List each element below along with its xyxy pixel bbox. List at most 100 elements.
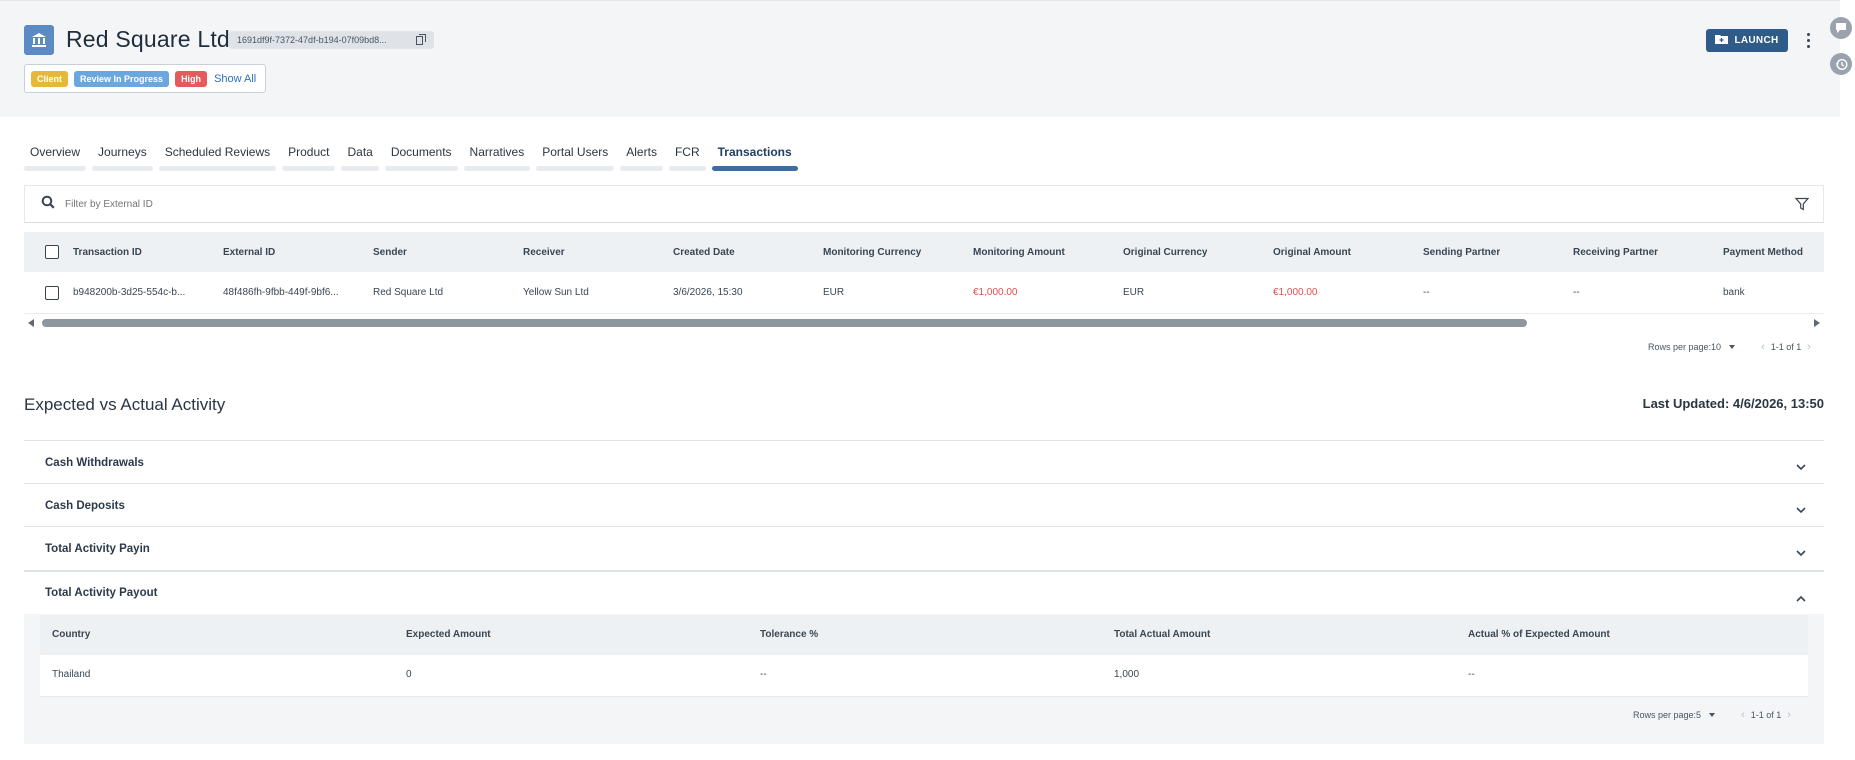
table-header-row: Country Expected Amount Tolerance % Tota… (40, 615, 1808, 655)
tab-scheduled-reviews[interactable]: Scheduled Reviews (158, 145, 277, 171)
comment-icon[interactable] (1830, 17, 1852, 39)
cell-created-date: 3/6/2026, 15:30 (673, 287, 743, 298)
cell-receiver: Yellow Sun Ltd (523, 287, 589, 298)
show-all-link[interactable]: Show All (214, 73, 256, 85)
tag-client: Client (31, 70, 69, 87)
accordion-label: Total Activity Payout (45, 587, 158, 599)
tab-fcr[interactable]: FCR (668, 145, 706, 171)
tab-product[interactable]: Product (282, 145, 336, 171)
entity-header: Red Square Ltd 1691df9f-7372-47df-b194-0… (0, 0, 1840, 117)
rows-per-page-label: Rows per page: (1633, 710, 1697, 720)
cell-total-actual-amount: 1,000 (1114, 669, 1140, 680)
tab-transactions[interactable]: Transactions (711, 145, 798, 171)
more-options-icon[interactable] (1800, 28, 1816, 52)
col-receiving-partner[interactable]: Receiving Partner (1573, 247, 1658, 258)
accordion-cash-withdrawals[interactable]: Cash Withdrawals (24, 440, 1824, 484)
cell-expected-amount: 0 (406, 669, 412, 680)
col-sender[interactable]: Sender (373, 247, 407, 258)
select-all-checkbox[interactable] (45, 245, 59, 259)
scrollbar-thumb[interactable] (42, 319, 1527, 327)
col-expected-amount: Expected Amount (406, 629, 491, 640)
cell-external-id: 48f486fh-9fbb-449f-9bf6... (223, 287, 339, 298)
folder-plus-icon (1715, 34, 1729, 47)
cell-country: Thailand (52, 669, 91, 680)
next-page-icon[interactable]: › (1787, 709, 1791, 721)
rows-per-page-select[interactable]: 5 (1696, 710, 1701, 720)
accordion-total-activity-payout[interactable]: Total Activity Payout (24, 570, 1824, 614)
filter-icon[interactable] (1794, 197, 1810, 216)
chevron-up-icon[interactable] (1796, 589, 1806, 607)
col-external-id[interactable]: External ID (223, 247, 275, 258)
table-header-row: Transaction ID External ID Sender Receiv… (24, 232, 1824, 272)
tab-documents[interactable]: Documents (384, 145, 458, 171)
col-transaction-id[interactable]: Transaction ID (73, 247, 142, 258)
filter-bar (24, 185, 1824, 223)
row-checkbox[interactable] (45, 285, 59, 300)
rows-per-page-select[interactable]: 10 (1711, 342, 1721, 352)
col-sending-partner[interactable]: Sending Partner (1423, 247, 1500, 258)
horizontal-scrollbar[interactable] (24, 316, 1824, 330)
col-original-amount[interactable]: Original Amount (1273, 247, 1351, 258)
accordion-cash-deposits[interactable]: Cash Deposits (24, 483, 1824, 527)
next-page-icon[interactable]: › (1807, 341, 1811, 353)
cell-receiving-partner: -- (1573, 287, 1580, 298)
tab-journeys[interactable]: Journeys (92, 145, 153, 171)
col-monitoring-amount[interactable]: Monitoring Amount (973, 247, 1065, 258)
last-updated: Last Updated: 4/6/2026, 13:50 (1642, 396, 1824, 411)
col-actual-percent-expected: Actual % of Expected Amount (1468, 629, 1610, 640)
external-id-filter-input[interactable] (65, 198, 665, 210)
transactions-table: Transaction ID External ID Sender Receiv… (24, 232, 1824, 314)
prev-page-icon[interactable]: ‹ (1741, 709, 1745, 721)
entity-name: Red Square Ltd (66, 26, 230, 52)
tab-alerts[interactable]: Alerts (620, 145, 663, 171)
cell-sending-partner: -- (1423, 287, 1430, 298)
tags-box: Client Review In Progress High Show All (24, 64, 266, 93)
col-monitoring-currency[interactable]: Monitoring Currency (823, 247, 921, 258)
col-country: Country (52, 629, 91, 640)
launch-label: LAUNCH (1734, 35, 1779, 46)
payout-pagination: Rows per page: 5 ‹ 1-1 of 1 › (1633, 709, 1797, 721)
chevron-down-icon[interactable] (1796, 458, 1806, 476)
bank-icon (24, 25, 54, 55)
search-icon (41, 195, 55, 214)
cell-actual-percent-expected: -- (1468, 669, 1475, 680)
page-range: 1-1 of 1 (1770, 342, 1802, 352)
activity-section-title: Expected vs Actual Activity (24, 395, 226, 414)
history-icon[interactable] (1830, 53, 1852, 75)
cell-monitoring-amount: €1,000.00 (973, 287, 1018, 298)
accordion-label: Cash Withdrawals (45, 456, 144, 469)
chevron-down-icon[interactable] (1796, 501, 1806, 519)
chevron-down-icon[interactable] (1729, 345, 1736, 349)
col-receiver[interactable]: Receiver (523, 247, 565, 258)
col-tolerance: Tolerance % (760, 629, 819, 640)
launch-button[interactable]: LAUNCH (1706, 29, 1788, 52)
chevron-down-icon[interactable] (1796, 544, 1806, 562)
col-created-date[interactable]: Created Date (673, 247, 735, 258)
scroll-left-arrow-icon[interactable] (28, 319, 34, 327)
scroll-right-arrow-icon[interactable] (1814, 319, 1820, 327)
col-total-actual-amount: Total Actual Amount (1114, 629, 1211, 640)
copy-icon[interactable] (416, 33, 426, 47)
tag-review-in-progress: Review In Progress (74, 70, 170, 87)
cell-sender: Red Square Ltd (373, 287, 444, 298)
accordion-total-activity-payin[interactable]: Total Activity Payin (24, 526, 1824, 570)
tab-overview[interactable]: Overview (24, 145, 87, 171)
prev-page-icon[interactable]: ‹ (1761, 341, 1765, 353)
tab-portal-users[interactable]: Portal Users (536, 145, 615, 171)
chevron-down-icon[interactable] (1709, 713, 1716, 717)
transactions-pagination: Rows per page: 10 ‹ 1-1 of 1 › (1648, 341, 1817, 353)
table-row[interactable]: b948200b-3d25-554c-b... 48f486fh-9fbb-44… (24, 272, 1824, 314)
entity-id-chip: 1691df9f-7372-47df-b194-07f09bd8... (229, 31, 434, 49)
col-payment-method[interactable]: Payment Method (1723, 247, 1803, 258)
cell-original-amount: €1,000.00 (1273, 287, 1318, 298)
tab-narratives[interactable]: Narratives (463, 145, 531, 171)
cell-monitoring-currency: EUR (823, 287, 845, 298)
cell-payment-method: bank (1723, 287, 1745, 298)
tab-data[interactable]: Data (341, 145, 380, 171)
accordion-label: Total Activity Payin (45, 542, 150, 555)
col-original-currency[interactable]: Original Currency (1123, 247, 1207, 258)
entity-id-text: 1691df9f-7372-47df-b194-07f09bd8... (237, 35, 387, 45)
cell-original-currency: EUR (1123, 287, 1145, 298)
cell-transaction-id: b948200b-3d25-554c-b... (73, 287, 186, 298)
page-range: 1-1 of 1 (1750, 710, 1782, 720)
